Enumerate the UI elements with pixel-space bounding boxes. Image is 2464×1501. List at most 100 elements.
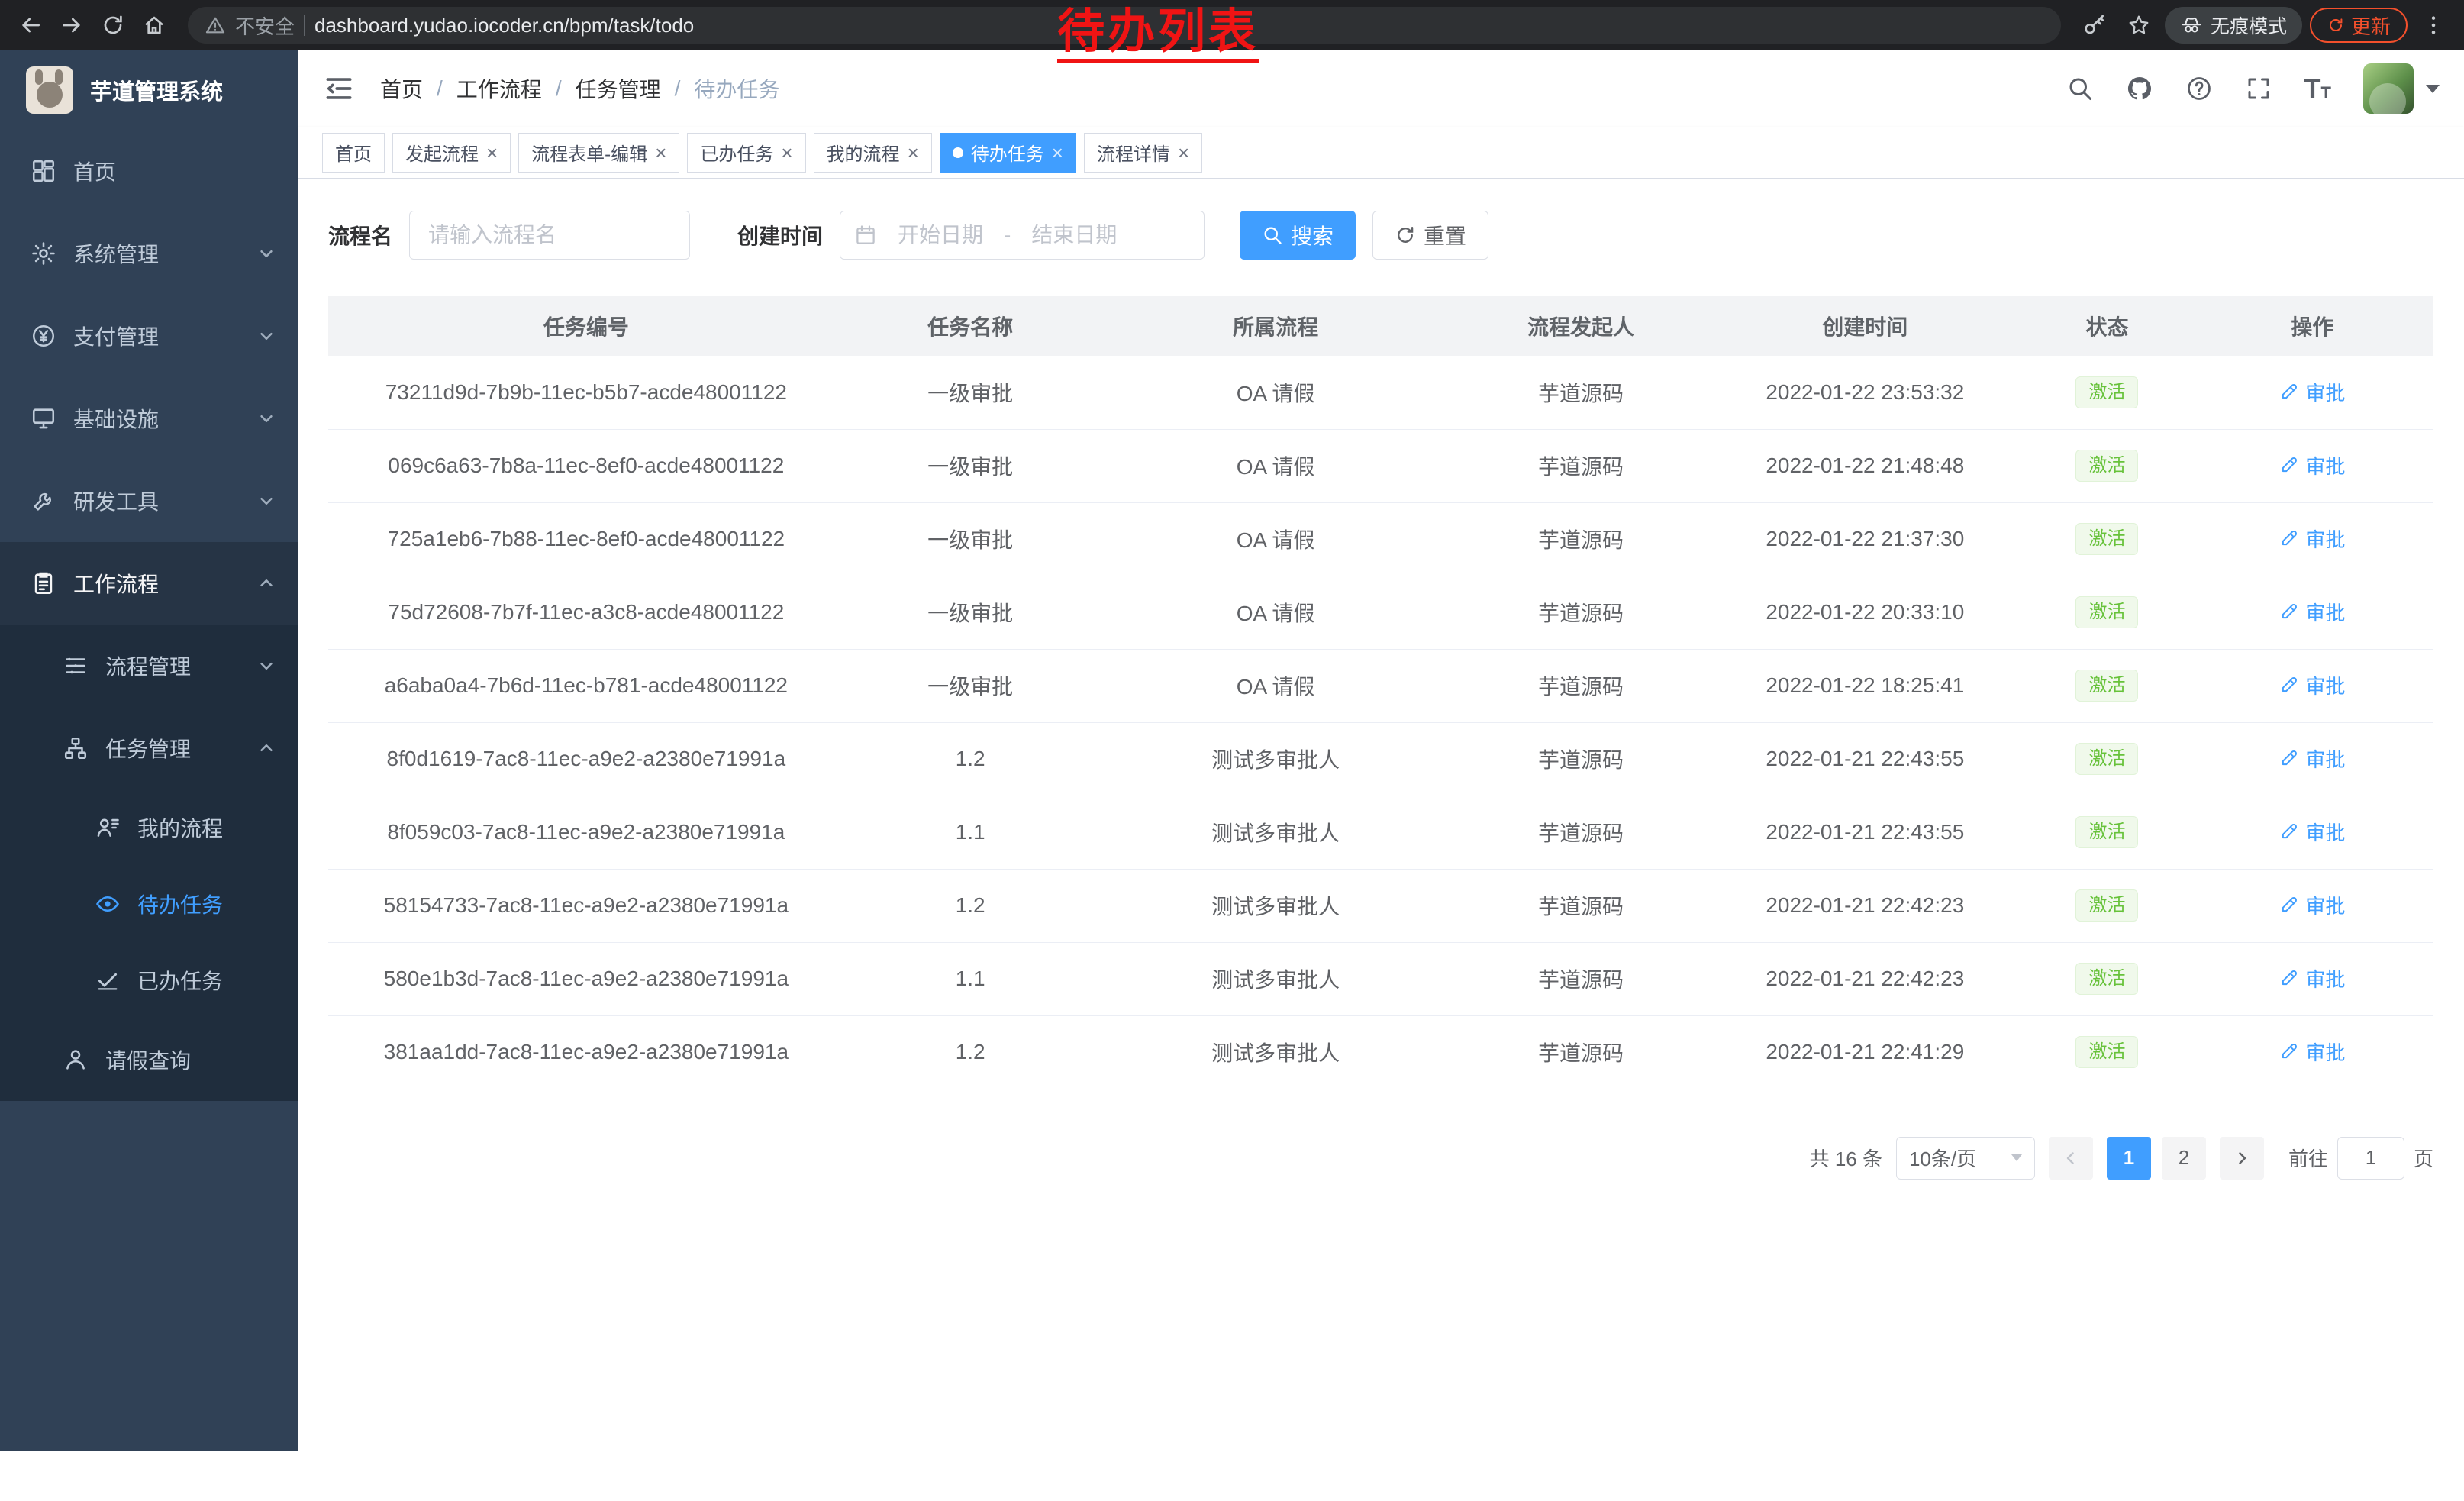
font-size-button[interactable]: TT [2304, 76, 2331, 101]
help-button[interactable] [2185, 75, 2213, 102]
approve-link[interactable]: 审批 [2279, 744, 2345, 773]
approve-link-label: 审批 [2305, 525, 2345, 553]
sidebar-item-label: 基础设施 [73, 403, 159, 434]
wrench-icon [31, 488, 56, 514]
tab-item-2[interactable]: 流程表单-编辑× [518, 133, 679, 173]
sidebar-item-infrastructure[interactable]: 基础设施 [0, 377, 298, 460]
sidebar-item-process-management[interactable]: 流程管理 [0, 625, 298, 707]
sidebar-item-label: 已办任务 [137, 965, 223, 996]
approve-link[interactable]: 审批 [2279, 525, 2345, 553]
cell-actions: 审批 [2191, 722, 2433, 796]
breadcrumb-workflow[interactable]: 工作流程 [456, 73, 542, 104]
prev-page-button[interactable] [2049, 1137, 2093, 1180]
tab-item-0[interactable]: 首页 [322, 133, 385, 173]
chevron-up-icon [258, 740, 275, 757]
home-icon [142, 13, 166, 37]
table-row: 725a1eb6-7b88-11ec-8ef0-acde48001122一级审批… [328, 502, 2433, 576]
reset-button[interactable]: 重置 [1372, 211, 1488, 260]
github-button[interactable] [2126, 75, 2153, 102]
tab-close-icon[interactable]: × [655, 143, 666, 163]
tab-close-icon[interactable]: × [1178, 143, 1189, 163]
process-name-input[interactable] [409, 211, 690, 260]
sidebar-collapse-button[interactable] [322, 72, 356, 105]
fullscreen-button[interactable] [2245, 75, 2272, 102]
approve-link[interactable]: 审批 [2279, 671, 2345, 699]
page-size-select[interactable]: 10条/页 [1896, 1137, 2035, 1180]
search-icon [1262, 224, 1283, 246]
cell-process: 测试多审批人 [1097, 942, 1455, 1015]
column-header-process: 所属流程 [1097, 296, 1455, 356]
check-icon [95, 967, 121, 993]
search-button[interactable] [2066, 75, 2094, 102]
sidebar-item-my-process[interactable]: 我的流程 [0, 789, 298, 866]
cell-initiator: 芋道源码 [1455, 429, 1708, 502]
chevron-down-icon [258, 410, 275, 427]
sidebar-item-task-management[interactable]: 任务管理 [0, 707, 298, 789]
sidebar-item-done-tasks[interactable]: 已办任务 [0, 942, 298, 1018]
browser-home-button[interactable] [136, 7, 173, 44]
tab-close-icon[interactable]: × [781, 143, 792, 163]
browser-forward-button[interactable] [53, 7, 90, 44]
cell-task-id: 8f0d1619-7ac8-11ec-a9e2-a2380e71991a [328, 722, 844, 796]
column-header-status: 状态 [2023, 296, 2191, 356]
tab-item-3[interactable]: 已办任务× [687, 133, 805, 173]
status-badge: 激活 [2075, 1036, 2138, 1068]
cell-actions: 审批 [2191, 869, 2433, 942]
approve-link-label: 审批 [2305, 451, 2345, 479]
approve-link[interactable]: 审批 [2279, 598, 2345, 626]
approve-link[interactable]: 审批 [2279, 964, 2345, 993]
page-button-2[interactable]: 2 [2162, 1137, 2206, 1180]
sidebar-item-dev-tools[interactable]: 研发工具 [0, 460, 298, 542]
chevron-right-icon [2233, 1149, 2251, 1167]
browser-refresh-button[interactable] [95, 7, 131, 44]
chevron-down-icon [258, 492, 275, 509]
tab-item-6[interactable]: 流程详情× [1084, 133, 1202, 173]
goto-page-input[interactable] [2337, 1137, 2404, 1180]
sidebar-item-workflow[interactable]: 工作流程 [0, 542, 298, 625]
approve-link[interactable]: 审批 [2279, 818, 2345, 846]
cell-task-id: 73211d9d-7b9b-11ec-b5b7-acde48001122 [328, 356, 844, 429]
search-submit-button[interactable]: 搜索 [1240, 211, 1356, 260]
app-logo-row[interactable]: 芋道管理系统 [0, 50, 298, 130]
end-date-input[interactable] [1017, 223, 1131, 247]
todo-task-table: 任务编号 任务名称 所属流程 流程发起人 创建时间 状态 操作 73211d9d… [328, 296, 2433, 1089]
process-name-label: 流程名 [328, 220, 392, 250]
approve-link[interactable]: 审批 [2279, 891, 2345, 919]
omnibox-divider [304, 15, 305, 36]
next-page-button[interactable] [2220, 1137, 2264, 1180]
breadcrumb-home[interactable]: 首页 [380, 73, 423, 104]
edit-pen-icon [2279, 1041, 2299, 1061]
person-icon [63, 1047, 89, 1073]
breadcrumb-task-management[interactable]: 任务管理 [576, 73, 661, 104]
sidebar-item-leave-query[interactable]: 请假查询 [0, 1018, 298, 1101]
password-key-button[interactable] [2076, 7, 2113, 44]
cell-created-time: 2022-01-22 20:33:10 [1707, 576, 2023, 649]
sidebar-item-payment-management[interactable]: 支付管理 [0, 295, 298, 377]
page-content: 流程名 创建时间 - 搜索 重置 [298, 179, 2464, 1180]
sidebar-item-todo-tasks[interactable]: 待办任务 [0, 866, 298, 942]
browser-menu-button[interactable] [2415, 7, 2452, 44]
tab-item-4[interactable]: 我的流程× [814, 133, 932, 173]
tab-label: 发起流程 [405, 139, 479, 166]
sidebar-item-home[interactable]: 首页 [0, 130, 298, 212]
chrome-update-button[interactable]: 更新 [2310, 8, 2408, 43]
user-menu[interactable] [2363, 63, 2440, 114]
start-date-input[interactable] [883, 223, 998, 247]
page-button-1[interactable]: 1 [2107, 1137, 2151, 1180]
tab-item-5[interactable]: 待办任务× [940, 133, 1076, 173]
approve-link[interactable]: 审批 [2279, 451, 2345, 479]
date-range-picker[interactable]: - [840, 211, 1205, 260]
approve-link[interactable]: 审批 [2279, 378, 2345, 406]
browser-back-button[interactable] [12, 7, 49, 44]
table-row: 58154733-7ac8-11ec-a9e2-a2380e71991a1.2测… [328, 869, 2433, 942]
star-icon [2127, 13, 2151, 37]
tab-item-1[interactable]: 发起流程 × [392, 133, 511, 173]
tab-close-icon[interactable]: × [908, 143, 919, 163]
sidebar-item-system-management[interactable]: 系统管理 [0, 212, 298, 295]
tab-close-icon[interactable]: × [1052, 143, 1063, 163]
tab-close-icon[interactable]: × [486, 143, 498, 163]
breadcrumb: 首页 / 工作流程 / 任务管理 / 待办任务 [380, 73, 779, 104]
cell-actions: 审批 [2191, 356, 2433, 429]
approve-link[interactable]: 审批 [2279, 1038, 2345, 1066]
bookmark-star-button[interactable] [2121, 7, 2157, 44]
